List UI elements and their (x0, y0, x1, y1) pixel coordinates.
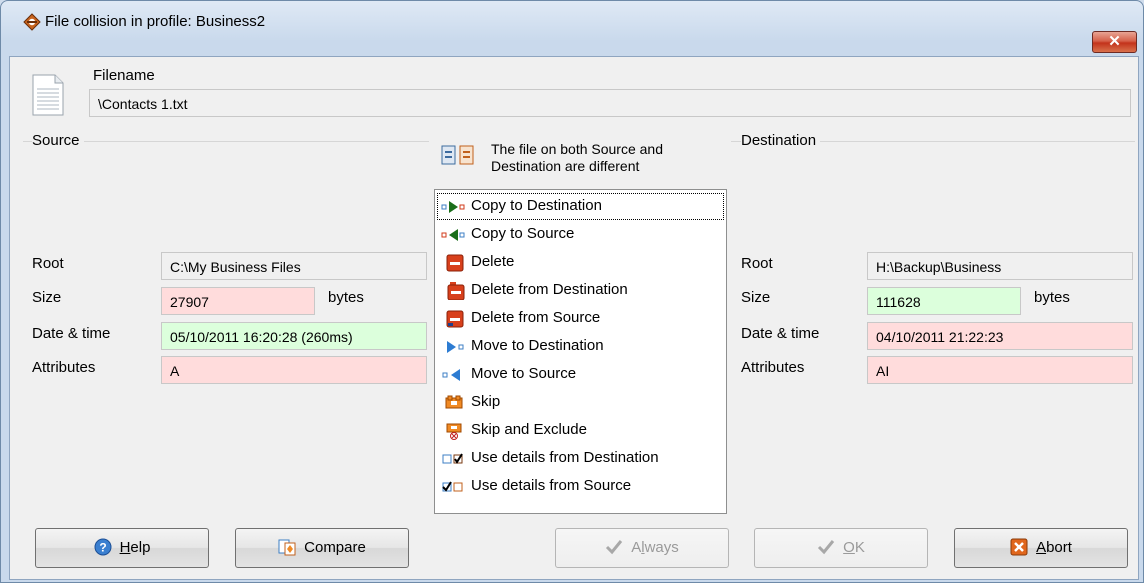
dialog-window: File collision in profile: Business2 ✕ F… (0, 0, 1144, 583)
use-source-details-icon (442, 481, 463, 492)
source-size-field[interactable]: 27907 (161, 287, 315, 315)
action-copy-to-source[interactable]: Copy to Source (437, 221, 724, 248)
destination-date-field[interactable]: 04/10/2011 21:22:23 (867, 322, 1133, 350)
destination-attributes-field[interactable]: AI (867, 356, 1133, 384)
action-use-details-from-destination[interactable]: Use details from Destination (437, 445, 724, 472)
svg-text:?: ? (99, 541, 106, 555)
source-root-label: Root (32, 255, 64, 272)
action-label: Move to Source (471, 365, 577, 382)
help-button-mnemonic: H (119, 539, 131, 556)
skip-exclude-icon (446, 423, 462, 440)
ok-button-mnemonic: O (843, 539, 855, 556)
source-size-label: Size (32, 289, 62, 306)
source-attributes-label: Attributes (32, 359, 96, 376)
source-date-label: Date & time (32, 325, 111, 342)
destination-size-unit: bytes (1034, 289, 1070, 306)
action-skip[interactable]: Skip (437, 389, 724, 416)
destination-root-label: Root (741, 255, 773, 272)
abort-icon (1010, 538, 1028, 556)
compare-button-label: Compare (304, 539, 366, 556)
move-to-destination-icon (447, 341, 464, 353)
destination-group-label: Destination (741, 132, 821, 149)
action-delete-from-source[interactable]: Delete from Source (437, 305, 724, 332)
delete-icon (446, 254, 464, 272)
skip-icon (445, 395, 463, 409)
files-different-icon (441, 145, 474, 165)
always-button-label-pre: A (631, 539, 642, 556)
move-to-source-icon (442, 369, 460, 381)
destination-attributes-label: Attributes (741, 359, 805, 376)
action-label: Copy to Destination (471, 197, 602, 214)
text-file-icon (32, 74, 64, 116)
action-label: Move to Destination (471, 337, 604, 354)
action-delete[interactable]: Delete (437, 249, 724, 276)
action-label: Delete (471, 253, 515, 270)
source-attributes-field[interactable]: A (161, 356, 427, 384)
source-group-label: Source (32, 132, 84, 149)
destination-root-field[interactable]: H:\Backup\Business (867, 252, 1133, 280)
status-line-2: Destination are different (491, 158, 640, 174)
destination-size-label: Size (741, 289, 771, 306)
help-button-label: elp (130, 539, 151, 556)
action-move-to-source[interactable]: Move to Source (437, 361, 724, 388)
status-line-1: The file on both Source and (491, 141, 664, 157)
source-group-line (23, 141, 429, 142)
status-message: The file on both Source and Destination … (491, 141, 663, 175)
compare-icon (278, 539, 296, 556)
copy-to-source-icon (441, 229, 465, 241)
action-label: Delete from Destination (471, 281, 628, 298)
filename-field[interactable]: \Contacts 1.txt (89, 89, 1131, 117)
action-label: Use details from Source (471, 477, 632, 494)
abort-button-label: bort (1046, 539, 1072, 556)
action-list[interactable]: Copy to Destination Copy to Source Delet… (434, 189, 727, 514)
help-button[interactable]: ? Help (35, 528, 209, 568)
ok-button-label: K (854, 539, 865, 556)
delete-from-source-icon (446, 310, 464, 328)
abort-button-mnemonic: A (1036, 539, 1047, 556)
always-button-label: ways (644, 539, 679, 556)
close-icon: ✕ (1108, 33, 1121, 50)
use-destination-details-icon (442, 453, 463, 464)
abort-button[interactable]: Abort (954, 528, 1128, 568)
ok-button[interactable]: OK (754, 528, 928, 568)
title-bar: File collision in profile: Business2 (1, 1, 1143, 43)
help-icon: ? (94, 538, 112, 556)
window-title: File collision in profile: Business2 (45, 13, 266, 30)
action-label: Skip (471, 393, 501, 410)
copy-to-destination-icon (441, 201, 465, 213)
source-size-unit: bytes (328, 289, 364, 306)
action-copy-to-destination[interactable]: Copy to Destination (437, 193, 724, 220)
compare-button[interactable]: Compare (235, 528, 409, 568)
app-icon (23, 13, 41, 31)
check-icon (606, 540, 623, 555)
delete-from-destination-icon (447, 282, 465, 300)
action-label: Skip and Exclude (471, 421, 587, 438)
action-label: Delete from Source (471, 309, 601, 326)
always-button[interactable]: Always (555, 528, 729, 568)
destination-date-label: Date & time (741, 325, 820, 342)
action-delete-from-destination[interactable]: Delete from Destination (437, 277, 724, 304)
close-button[interactable]: ✕ (1092, 31, 1137, 53)
action-label: Copy to Source (471, 225, 575, 242)
source-date-field[interactable]: 05/10/2011 16:20:28 (260ms) (161, 322, 427, 350)
action-use-details-from-source[interactable]: Use details from Source (437, 473, 724, 500)
filename-label: Filename (93, 67, 155, 84)
source-root-field[interactable]: C:\My Business Files (161, 252, 427, 280)
check-icon (818, 540, 835, 555)
destination-size-field[interactable]: 111628 (867, 287, 1021, 315)
action-move-to-destination[interactable]: Move to Destination (437, 333, 724, 360)
action-skip-and-exclude[interactable]: Skip and Exclude (437, 417, 724, 444)
action-label: Use details from Destination (471, 449, 659, 466)
